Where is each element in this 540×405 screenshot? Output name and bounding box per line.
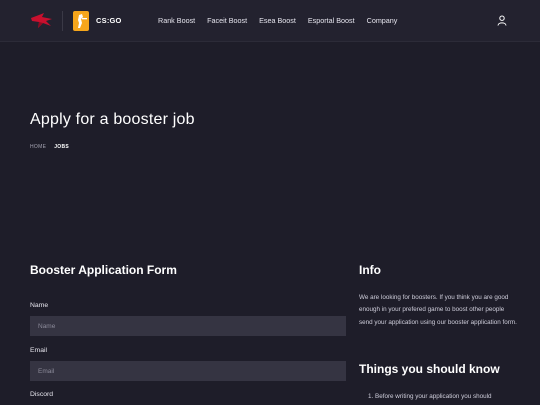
nav-faceit-boost[interactable]: Faceit Boost [207,16,247,25]
email-label: Email [30,347,47,354]
nav-company[interactable]: Company [367,16,398,25]
user-icon[interactable] [497,15,507,26]
nav-esportal-boost[interactable]: Esportal Boost [308,16,355,25]
page-title: Apply for a booster job [30,111,195,128]
info-title: Info [359,263,381,277]
breadcrumb-current: JOBS [54,144,70,150]
bird-logo-icon[interactable] [30,12,54,30]
breadcrumb-home[interactable]: HOME [30,144,46,150]
info-text: We are looking for boosters. If you thin… [359,294,517,326]
name-label: Name [30,302,49,309]
breadcrumb: HOME JOBS [30,144,69,150]
csgo-icon[interactable] [73,11,89,31]
things-title: Things you should know [359,362,500,376]
game-selector-label[interactable]: CS:GO [96,16,122,25]
name-input[interactable] [30,316,346,336]
form-title: Booster Application Form [30,263,177,277]
list-item: 1. Before writing your application you s… [368,393,492,400]
email-input[interactable] [30,361,346,381]
nav-esea-boost[interactable]: Esea Boost [259,16,296,25]
main-nav: Rank Boost Faceit Boost Esea Boost Espor… [158,16,409,25]
top-navigation-bar: CS:GO Rank Boost Faceit Boost Esea Boost… [0,0,540,42]
hero-section [0,43,540,243]
nav-rank-boost[interactable]: Rank Boost [158,16,195,25]
header-divider [62,11,63,31]
discord-label: Discord [30,391,54,398]
